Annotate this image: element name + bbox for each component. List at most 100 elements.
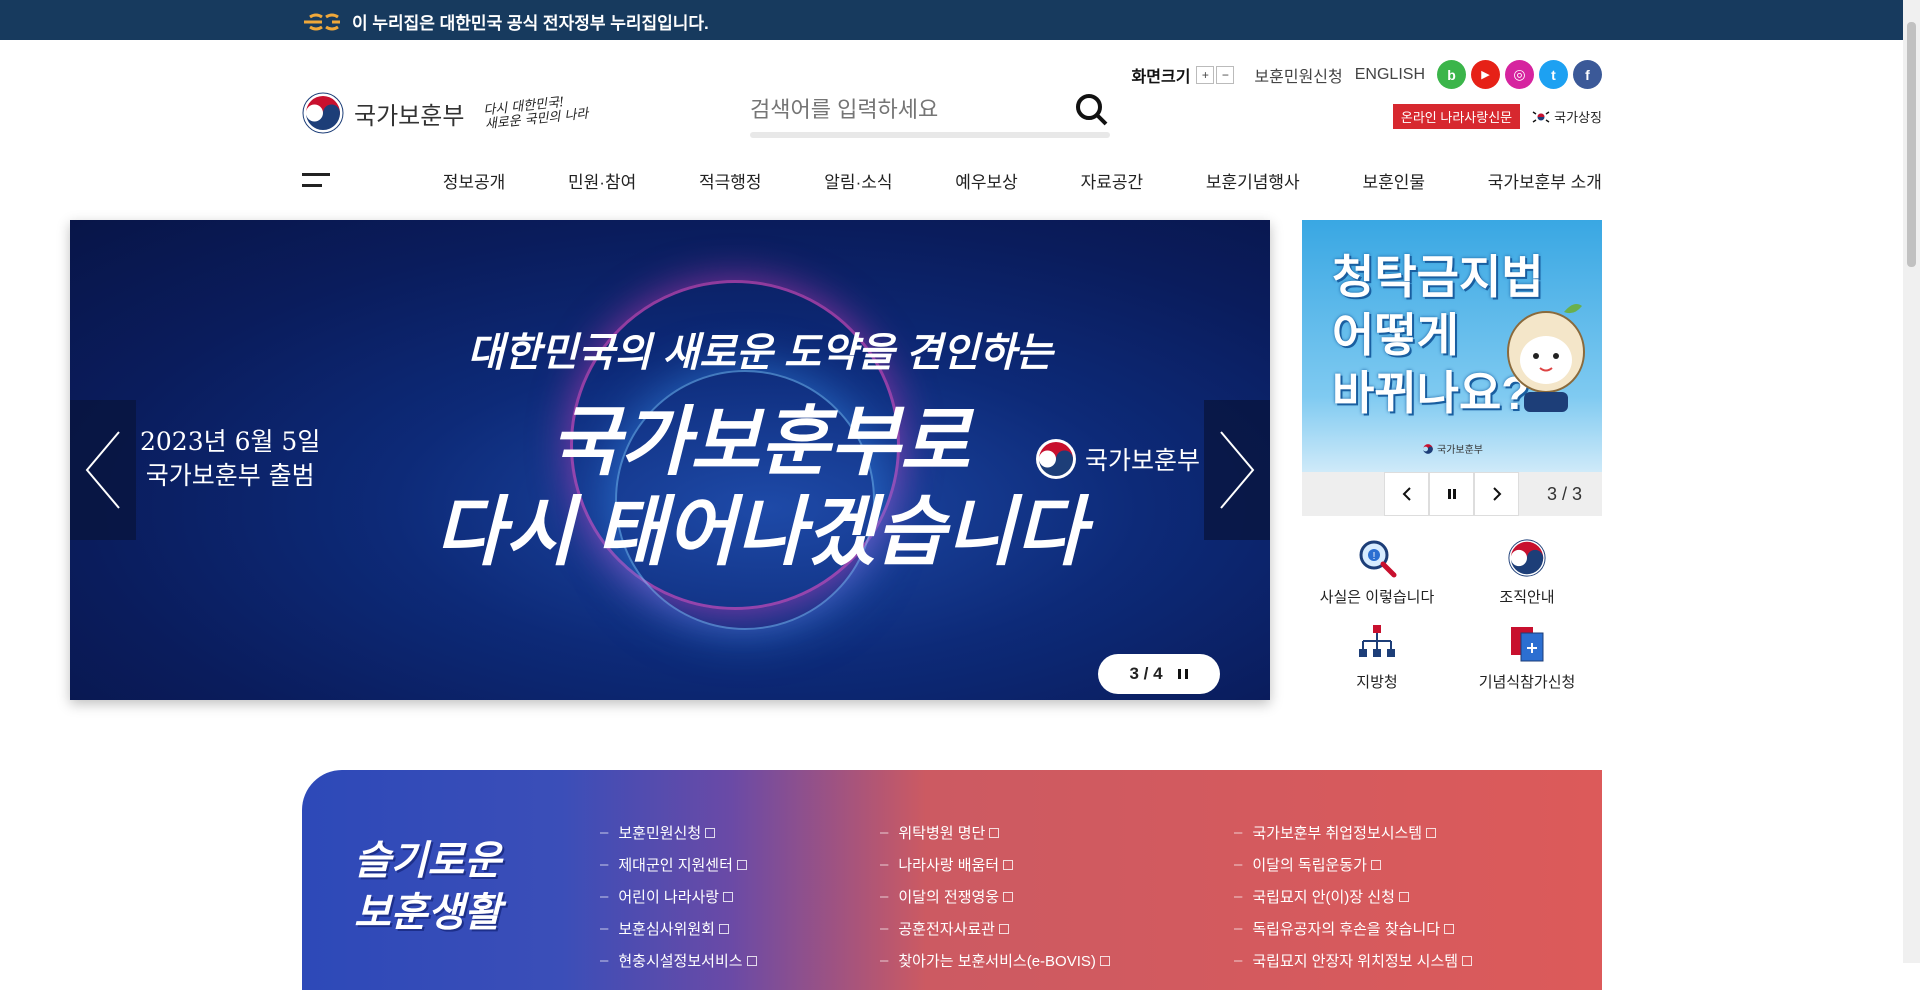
gnb-item-figures[interactable]: 보훈인물	[1362, 168, 1425, 193]
external-link-icon	[989, 827, 1000, 838]
youtube-icon[interactable]: ▶	[1471, 60, 1500, 89]
link-label: 이달의 독립운동가	[1252, 857, 1367, 874]
link-label: 어린이 나라사랑	[618, 889, 720, 906]
blog-icon[interactable]: b	[1437, 60, 1466, 89]
side-column: 청탁금지법 어떻게 바뀌나요? 국가보훈부 3 / 3 ! 사실은 이렇습니다 …	[1302, 220, 1602, 692]
quick-item-regional-office[interactable]: 지방청	[1302, 623, 1452, 692]
quick-item-label: 사실은 이렇습니다	[1319, 589, 1435, 606]
gnb-item-active-admin[interactable]: 적극행정	[699, 168, 762, 193]
newspaper-button[interactable]: 온라인 나라사랑신문	[1392, 104, 1521, 129]
quick-item-label: 기념식참가신청	[1478, 674, 1576, 691]
side-banner-brand-name: 국가보훈부	[1437, 445, 1483, 456]
wise-life-link[interactable]: 공훈전자사료관	[880, 918, 1110, 939]
pause-icon[interactable]	[1177, 668, 1189, 680]
wise-life-link[interactable]: 이달의 전쟁영웅	[880, 886, 1110, 907]
wise-life-link[interactable]: 위탁병원 명단	[880, 822, 1110, 843]
wise-life-link[interactable]: 이달의 독립운동가	[1234, 854, 1472, 875]
external-link-icon	[746, 955, 757, 966]
instagram-icon[interactable]: ◎	[1505, 60, 1534, 89]
wise-life-link[interactable]: 어린이 나라사랑	[600, 886, 757, 907]
civil-service-link[interactable]: 보훈민원신청	[1254, 63, 1342, 87]
gnb-item-archive[interactable]: 자료공간	[1081, 168, 1144, 193]
gnb-item-civil[interactable]: 민원·참여	[568, 168, 636, 193]
link-label: 보훈심사위원회	[618, 921, 715, 938]
wise-life-link[interactable]: 국립묘지 안장자 위치정보 시스템	[1234, 950, 1473, 971]
side-banner-next-button[interactable]	[1474, 472, 1519, 516]
page-scrollbar[interactable]	[1903, 0, 1920, 963]
side-banner[interactable]: 청탁금지법 어떻게 바뀌나요? 국가보훈부	[1302, 220, 1602, 472]
gnb-item-news[interactable]: 알림·소식	[824, 168, 892, 193]
side-banner-counter: 3 / 3	[1547, 483, 1583, 504]
external-link-icon	[736, 859, 747, 870]
slogan: 다시 대한민국! 새로운 국민의 나라	[483, 94, 589, 132]
zoom-out-button[interactable]: −	[1216, 65, 1235, 84]
taegeuk-logo-icon	[1423, 443, 1433, 454]
link-label: 현충시설정보서비스	[618, 953, 743, 970]
slide-headline: 국가보훈부로 다시 태어나겠습니다	[320, 398, 1200, 578]
side-banner-controls: 3 / 3	[1302, 472, 1602, 516]
korean-flag-icon	[1532, 109, 1551, 124]
national-symbol-link[interactable]: 국가상징	[1532, 107, 1602, 126]
search-input[interactable]	[750, 92, 1070, 128]
fact-check-icon: !	[1359, 540, 1397, 578]
chevron-left-icon	[1402, 487, 1411, 501]
side-banner-pause-button[interactable]	[1429, 472, 1474, 516]
wise-life-link[interactable]: 제대군인 지원센터	[600, 854, 757, 875]
side-banner-brand: 국가보훈부	[1422, 441, 1483, 456]
quick-item-organization[interactable]: 조직안내	[1452, 538, 1602, 607]
slide-launch: 국가보훈부 출범	[145, 461, 315, 490]
english-link[interactable]: ENGLISH	[1355, 66, 1425, 84]
wise-life-link[interactable]: 국립묘지 안(이)장 신청	[1234, 886, 1472, 907]
link-label: 국립묘지 안장자 위치정보 시스템	[1252, 953, 1459, 970]
link-label: 공훈전자사료관	[898, 921, 995, 938]
slider-prev-button[interactable]	[70, 400, 136, 540]
quick-item-ceremony-apply[interactable]: 기념식참가신청	[1452, 623, 1602, 692]
eg-logo-icon	[304, 13, 340, 30]
gnb-item-info[interactable]: 정보공개	[443, 168, 506, 193]
slide-date: 2023년 6월 5일	[140, 427, 321, 456]
facebook-icon[interactable]: f	[1573, 60, 1602, 89]
chevron-left-icon	[85, 431, 120, 509]
link-label: 국립묘지 안(이)장 신청	[1252, 889, 1395, 906]
scrollbar-thumb[interactable]	[1907, 22, 1916, 267]
utility-secondary: 온라인 나라사랑신문 국가상징	[1392, 104, 1602, 129]
slide-headline-line-2: 다시 태어나겠습니다	[434, 490, 1086, 575]
quick-menu: ! 사실은 이렇습니다 조직안내 지방청 기념식참가신청	[1302, 538, 1602, 692]
wise-life-column-2: 위탁병원 명단 나라사랑 배움터 이달의 전쟁영웅 공훈전자사료관 찾아가는 보…	[880, 822, 1110, 971]
national-symbol-label: 국가상징	[1554, 110, 1602, 125]
link-label: 국가보훈부 취업정보시스템	[1252, 825, 1423, 842]
chevron-right-icon	[1220, 431, 1255, 509]
gnb-item-about[interactable]: 국가보훈부 소개	[1488, 168, 1602, 193]
wise-life-link[interactable]: 독립유공자의 후손을 찾습니다	[1234, 918, 1472, 939]
side-banner-prev-button[interactable]	[1384, 472, 1429, 516]
external-link-icon	[1398, 891, 1409, 902]
taegeuk-logo-icon	[302, 92, 344, 134]
link-label: 나라사랑 배움터	[898, 857, 1000, 874]
wise-life-link[interactable]: 보훈심사위원회	[600, 918, 757, 939]
search-icon[interactable]	[1074, 92, 1110, 128]
slide-brand: 국가보훈부	[1035, 438, 1200, 480]
external-link-icon	[723, 891, 734, 902]
org-name: 국가보훈부	[354, 102, 465, 130]
site-logo[interactable]: 국가보훈부 다시 대한민국! 새로운 국민의 나라	[302, 92, 590, 134]
slider-next-button[interactable]	[1204, 400, 1270, 540]
wise-life-title-2: 보훈생활	[354, 891, 502, 935]
wise-life-link[interactable]: 찾아가는 보훈서비스(e-BOVIS)	[880, 950, 1110, 971]
site-header: 국가보훈부 다시 대한민국! 새로운 국민의 나라 화면크기 + − 보훈민원신…	[302, 40, 1602, 155]
wise-life-link[interactable]: 국가보훈부 취업정보시스템	[1234, 822, 1472, 843]
slider-counter: 3 / 4	[1129, 664, 1163, 683]
regional-office-icon	[1359, 625, 1395, 657]
wise-life-link[interactable]: 나라사랑 배움터	[880, 854, 1110, 875]
svg-text:!: !	[1373, 551, 1376, 562]
wise-life-link[interactable]: 현충시설정보서비스	[600, 950, 757, 971]
twitter-icon[interactable]: t	[1539, 60, 1568, 89]
link-label: 찾아가는 보훈서비스(e-BOVIS)	[898, 953, 1096, 970]
all-menu-icon[interactable]	[302, 173, 330, 187]
zoom-in-button[interactable]: +	[1196, 65, 1215, 84]
external-link-icon	[1462, 955, 1473, 966]
link-label: 이달의 전쟁영웅	[898, 889, 1000, 906]
wise-life-link[interactable]: 보훈민원신청	[600, 822, 757, 843]
quick-item-fact-check[interactable]: ! 사실은 이렇습니다	[1302, 538, 1452, 607]
gnb-item-compensation[interactable]: 예우보상	[955, 168, 1018, 193]
gnb-item-ceremony[interactable]: 보훈기념행사	[1206, 168, 1300, 193]
